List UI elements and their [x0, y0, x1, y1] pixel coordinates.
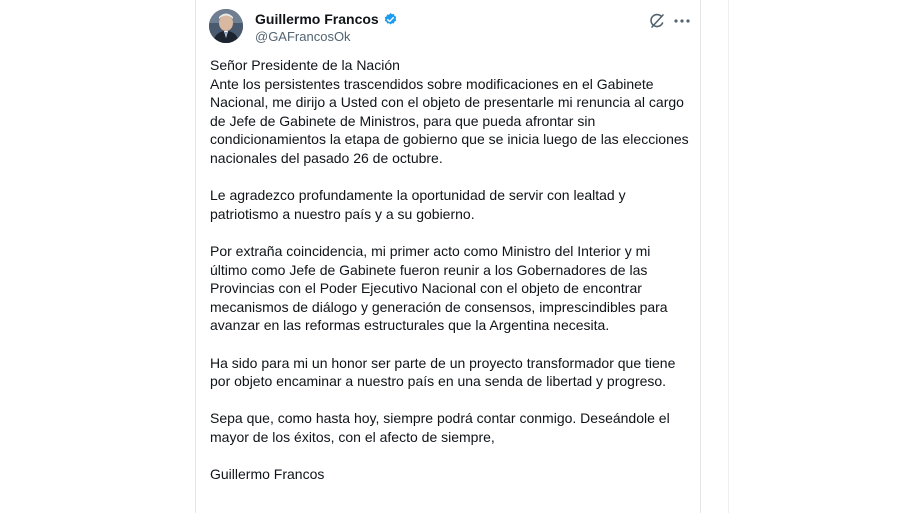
more-options-icon[interactable] [672, 11, 692, 31]
author-handle[interactable]: @GAFrancosOk [255, 29, 351, 45]
author-avatar[interactable] [209, 9, 243, 43]
tweet-card[interactable]: Guillermo Francos @GAFrancosOk Señor Pre… [195, 0, 701, 513]
author-display-name[interactable]: Guillermo Francos [255, 11, 379, 28]
tweet-paragraph: Por extraña coincidencia, mi primer acto… [210, 242, 668, 334]
tweet-greeting: Señor Presidente de la Nación [210, 57, 400, 73]
tweet-paragraph: Le agradezco profundamente la oportunida… [210, 187, 626, 222]
tweet-text: Señor Presidente de la Nación Ante los p… [210, 56, 690, 502]
tweet-paragraph: Sepa que, como hasta hoy, siempre podrá … [210, 410, 670, 445]
tweet-signature: Guillermo Francos [210, 466, 325, 483]
tweet-paragraph: Ha sido para mi un honor ser parte de un… [210, 354, 676, 390]
tweet-paragraph: Ante los persistentes trascendidos sobre… [210, 75, 689, 166]
verified-badge-icon [383, 12, 398, 27]
tweet-header: Guillermo Francos @GAFrancosOk [196, 0, 700, 50]
background-divider [728, 0, 729, 513]
author-name-row: Guillermo Francos [255, 11, 398, 28]
grok-icon[interactable] [648, 12, 666, 30]
